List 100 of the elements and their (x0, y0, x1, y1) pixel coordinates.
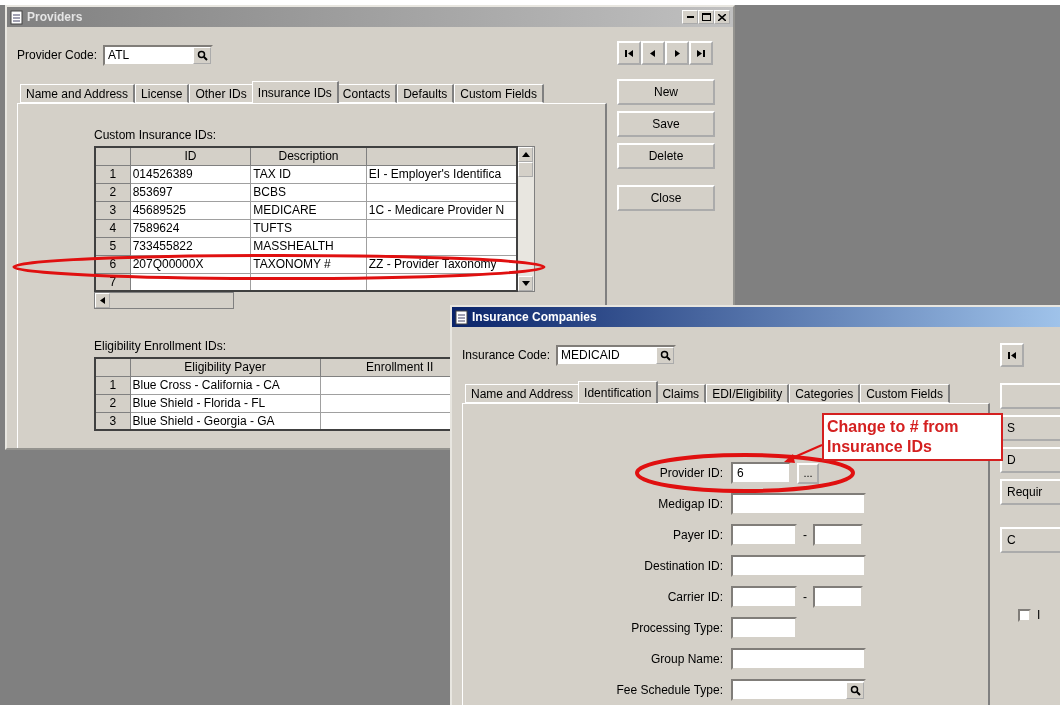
table-cell: TAX ID (250, 165, 367, 183)
field-label: Fee Schedule Type: (615, 683, 723, 697)
action-button[interactable]: Requir (1000, 479, 1060, 505)
browse-button[interactable]: ... (797, 462, 819, 484)
header-cell (95, 358, 130, 376)
lookup-button[interactable] (656, 346, 675, 364)
table-cell: Blue Shield - Georgia - GA (130, 412, 320, 430)
tab[interactable]: Other IDs (189, 84, 254, 103)
previous-record-button[interactable] (641, 41, 665, 65)
tab[interactable]: Identification (578, 381, 659, 403)
tab[interactable]: Contacts (336, 84, 398, 103)
document-icon (455, 309, 468, 325)
table-cell: TUFTS (250, 219, 367, 237)
action-button[interactable]: C (1000, 527, 1060, 553)
last-record-button[interactable] (689, 41, 713, 65)
table-cell: 45689525 (130, 201, 251, 219)
input-field[interactable] (731, 555, 866, 577)
first-record-button[interactable] (617, 41, 641, 65)
tab[interactable]: License (135, 84, 190, 103)
close-button[interactable] (714, 10, 730, 24)
field-label: Provider ID: (658, 466, 723, 480)
scroll-up-button[interactable] (518, 147, 533, 162)
annotation-callout: Change to # from Insurance IDs (822, 413, 1003, 461)
next-record-button[interactable] (665, 41, 689, 65)
code-field[interactable]: ATL (103, 44, 214, 66)
input-field[interactable] (731, 586, 797, 608)
table-cell: 7589624 (130, 219, 251, 237)
scroll-thumb[interactable] (518, 162, 533, 177)
input-field[interactable] (813, 524, 863, 546)
action-button[interactable]: D (1000, 447, 1060, 473)
input-field[interactable] (731, 617, 797, 639)
input-field[interactable] (813, 586, 863, 608)
checkbox-label: I (1037, 608, 1041, 622)
table-cell: Blue Shield - Florida - FL (130, 394, 320, 412)
input-field[interactable] (731, 524, 797, 546)
tab[interactable]: Name and Address (20, 84, 136, 103)
input-field[interactable]: 6 (731, 462, 791, 484)
field-label: Medigap ID: (657, 497, 723, 511)
table-cell: 853697 (130, 183, 251, 201)
table-cell: MEDICARE (250, 201, 367, 219)
separator: - (803, 528, 807, 542)
window-title: Providers (27, 10, 84, 24)
lookup-field[interactable] (731, 679, 866, 701)
field-label: Provider Code: (17, 48, 98, 62)
up-triangle-icon (520, 150, 531, 159)
table-cell: Blue Cross - California - CA (130, 376, 320, 394)
search-icon (849, 684, 861, 696)
section-label: Eligibility Enrollment IDs: (94, 339, 228, 353)
tab[interactable]: Claims (656, 384, 707, 403)
close-icon (718, 13, 726, 21)
tab[interactable]: Name and Address (465, 384, 581, 403)
action-button[interactable]: Save (617, 111, 715, 137)
header-cell (95, 147, 131, 165)
last-icon (696, 48, 706, 58)
column-header: Description (250, 147, 367, 165)
tab[interactable]: Custom Fields (860, 384, 950, 403)
code-field[interactable]: MEDICAID (556, 344, 677, 366)
tab[interactable]: Categories (789, 384, 861, 403)
table-cell: 014526389 (130, 165, 251, 183)
table-cell: TAXONOMY # (250, 255, 367, 273)
lookup-button[interactable] (846, 681, 864, 699)
left-triangle-icon (648, 48, 658, 58)
input-field[interactable] (731, 648, 866, 670)
tab[interactable]: Defaults (397, 84, 455, 103)
minimize-button[interactable] (682, 10, 698, 24)
table-cell: 733455822 (130, 237, 251, 255)
field-label: Carrier ID: (666, 590, 723, 604)
document-icon (10, 9, 23, 25)
maximize-button[interactable] (698, 10, 714, 24)
lookup-button[interactable] (193, 46, 212, 64)
tab[interactable]: EDI/Eligibility (706, 384, 790, 403)
field-label: Processing Type: (630, 621, 723, 635)
section-label: Custom Insurance IDs: (94, 128, 218, 142)
tab[interactable]: Custom Fields (454, 84, 544, 103)
column-header: Eligibility Payer (130, 358, 320, 376)
scroll-down-button[interactable] (518, 276, 533, 291)
first-record-button[interactable] (1000, 343, 1024, 367)
field-label: Group Name: (649, 652, 723, 666)
action-button[interactable]: Close (617, 185, 715, 211)
minimize-icon (686, 16, 694, 18)
action-button[interactable]: New (617, 79, 715, 105)
table-cell: BCBS (250, 183, 367, 201)
maximize-icon (701, 13, 711, 21)
separator: - (803, 590, 807, 604)
down-triangle-icon (520, 279, 531, 288)
first-icon (1007, 350, 1017, 360)
field-label: Destination ID: (643, 559, 723, 573)
scroll-left-button[interactable] (95, 293, 110, 308)
window-title: Insurance Companies (472, 310, 598, 324)
first-icon (624, 48, 634, 58)
field-label: Payer ID: (672, 528, 723, 542)
search-icon (196, 49, 208, 61)
input-field[interactable] (731, 493, 866, 515)
action-button[interactable]: S (1000, 415, 1060, 441)
action-button[interactable]: Delete (617, 143, 715, 169)
table-cell: 207Q00000X (130, 255, 251, 273)
search-icon (659, 349, 671, 361)
left-triangle-icon (97, 296, 108, 305)
tab[interactable]: Insurance IDs (251, 81, 339, 103)
checkbox[interactable] (1018, 608, 1031, 622)
